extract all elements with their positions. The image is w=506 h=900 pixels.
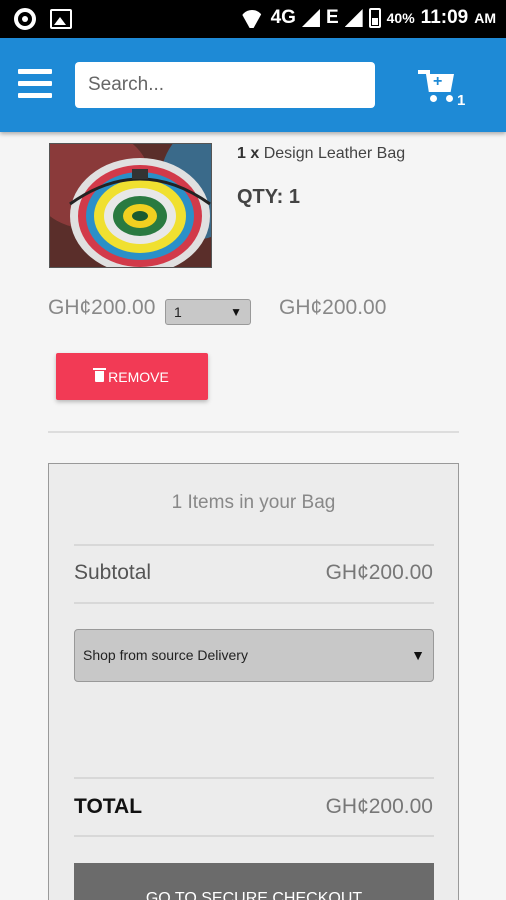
product-image[interactable] [49,143,212,268]
wifi-icon [239,8,265,28]
image-notification-icon [50,9,72,29]
delivery-select-value: Shop from source Delivery [83,647,248,663]
subtotal-label: Subtotal [74,561,152,584]
remove-button[interactable]: REMOVE [56,353,208,400]
network-type: 4G [270,7,296,28]
battery-level: 40% [386,10,415,26]
order-summary: 1 Items in your Bag Subtotal GH¢200.00 S… [48,463,459,900]
line-total: GH¢200.00 [279,296,387,319]
divider [48,431,459,433]
quantity-select-value: 1 [174,304,182,320]
checkout-button[interactable]: GO TO SECURE CHECKOUT [74,863,434,900]
items-count: 1 Items in your Bag [171,492,336,513]
total-label: TOTAL [74,795,143,818]
quantity-select[interactable]: 1 ▼ [165,299,251,325]
clock: 11:09 [420,7,469,28]
clock-suffix: AM [474,10,496,26]
delivery-select[interactable]: Shop from source Delivery ▼ [74,629,434,682]
remove-label: REMOVE [108,368,169,385]
app-bar: + 1 [0,38,506,132]
signal-icon [301,9,320,27]
network-type-secondary: E [325,7,339,28]
item-quantity-prefix: 1 x [237,145,260,162]
unit-price: GH¢200.00 [48,296,156,319]
product-title[interactable]: 1 x Design Leather Bag [237,145,405,163]
summary-divider [74,777,434,779]
product-name: Design Leather Bag [263,145,406,162]
cart-icon[interactable]: + [418,68,458,102]
subtotal-value: GH¢200.00 [325,561,433,584]
dropdown-arrow-icon: ▼ [411,647,425,663]
summary-divider [74,602,434,604]
search-input[interactable] [75,62,375,108]
total-value: GH¢200.00 [325,795,433,818]
dropdown-arrow-icon: ▼ [230,305,242,319]
battery-icon [368,8,381,28]
menu-icon[interactable] [18,69,52,99]
cart-count-badge: 1 [457,92,466,109]
record-icon [14,8,36,30]
signal-icon-secondary [344,9,363,27]
summary-divider [74,835,434,837]
product-qty: QTY: 1 [237,186,300,208]
status-bar: 4G E 40% 11:09 AM [0,0,506,38]
trash-icon [93,368,107,382]
summary-divider [74,544,434,546]
